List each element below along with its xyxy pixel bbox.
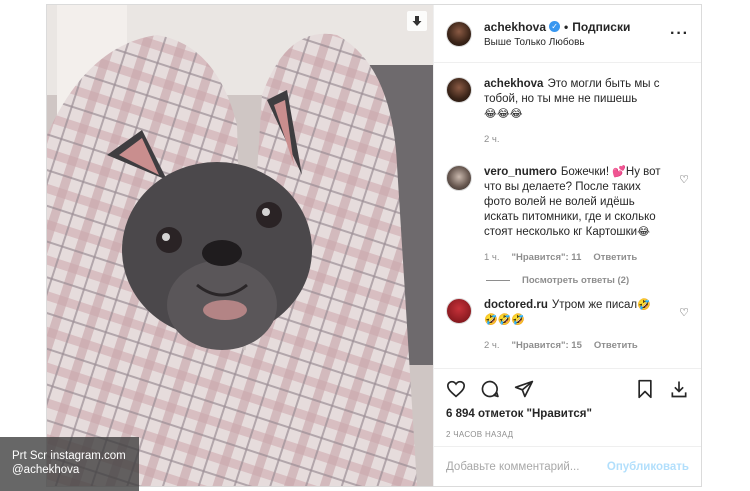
separator-dot: • [564,19,569,34]
comment-likes[interactable]: "Нравится": 15 [512,338,582,353]
caption-emoji: 😂😂😂 [484,108,523,120]
comment-input[interactable] [446,460,607,473]
comment-icon[interactable] [480,379,500,399]
post-sidebar: achekhova ✓ • Подписки Выше Только Любов… [433,5,701,486]
action-bar [434,368,701,408]
reply-button[interactable]: Ответить [594,338,638,353]
comment-text: Божечки! [560,166,613,178]
add-comment-bar: Опубликовать [434,446,701,486]
verified-icon: ✓ [549,21,561,32]
header-username[interactable]: achekhova [484,20,546,34]
comment-text: Утром же писал [551,299,638,311]
heart-icon[interactable]: ♡ [679,173,689,186]
post-header: achekhova ✓ • Подписки Выше Только Любов… [434,5,701,63]
post-timestamp[interactable]: 2 ЧАСОВ НАЗАД [434,424,701,446]
comment-likes[interactable]: "Нравится": 11 [512,250,582,265]
heart-icon[interactable] [446,379,466,399]
comment-emoji: 🤣 [637,299,651,311]
avatar[interactable] [446,20,472,47]
comment-item: doctored.ru Утром же писал🤣 🤣🤣🤣 2 ч. "Нра… [446,298,689,353]
likes-count[interactable]: 6 894 отметок "Нравится" [434,408,701,424]
heart-icon[interactable]: ♡ [679,306,689,319]
caption: achekhova Это могли быть мы с тобой, но т… [446,77,689,147]
share-icon[interactable] [514,379,534,399]
more-icon[interactable]: ··· [670,25,689,43]
download-icon[interactable] [407,11,427,31]
comments-list[interactable]: achekhova Это могли быть мы с тобой, но т… [434,63,701,368]
publish-button[interactable]: Опубликовать [607,461,689,473]
following-button[interactable]: Подписки [572,20,630,34]
comment-username[interactable]: doctored.ru [484,299,548,311]
watermark-source: Prt Scr instagram.com [12,450,126,462]
comment-emoji-line: 🤣🤣🤣 [484,314,526,326]
comment-time[interactable]: 2 ч. [484,338,500,353]
avatar[interactable] [446,77,472,103]
comment-username[interactable]: vero_numero [484,166,557,178]
comment-time[interactable]: 1 ч. [484,250,500,265]
replies-divider [486,280,510,281]
reply-button[interactable]: Ответить [593,250,637,265]
location-label[interactable]: Выше Только Любовь [484,37,670,48]
comment-emoji: 💕 [612,166,626,178]
dog-on-legs-image [47,5,433,486]
watermark-handle: @achekhova [12,464,80,476]
download-icon[interactable] [669,379,689,399]
view-replies-label: Посмотреть ответы (2) [522,275,630,286]
screenshot-watermark: Prt Scr instagram.com @achekhova [0,437,139,491]
caption-username[interactable]: achekhova [484,78,543,90]
bookmark-icon[interactable] [635,379,655,399]
comment-item: vero_numero Божечки! 💕Ну вот что вы делае… [446,165,689,265]
avatar[interactable] [446,298,472,324]
post-photo[interactable] [47,5,433,486]
comment-emoji: 😂 [637,226,650,238]
avatar[interactable] [446,165,472,191]
caption-time[interactable]: 2 ч. [484,132,500,147]
instagram-post: achekhova ✓ • Подписки Выше Только Любов… [46,4,702,487]
view-replies-button[interactable]: Посмотреть ответы (2) [486,275,689,286]
